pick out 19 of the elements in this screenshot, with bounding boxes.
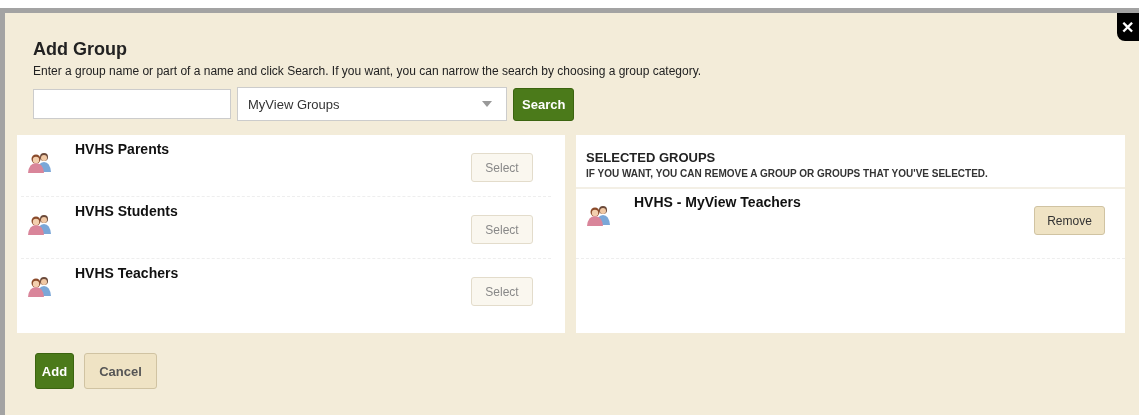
people-icon [27,212,53,236]
add-button[interactable]: Add [35,353,74,389]
search-field[interactable] [33,89,231,119]
people-icon [27,150,53,174]
cancel-button[interactable]: Cancel [84,353,157,389]
group-name: HVHS Students [75,203,179,219]
group-name: HVHS - MyView Teachers [634,194,802,210]
panel-title: SELECTED GROUPS [586,150,717,165]
search-button[interactable]: Search [513,87,575,121]
people-icon [27,274,53,298]
close-button[interactable]: ✕ [1117,13,1139,41]
group-name: HVHS Parents [75,141,171,157]
dialog-title: Add Group [33,39,127,60]
instructions-text: Enter a group name or part of a name and click Search. If you want, you can narrow the search by choosing a group category. [33,64,702,78]
panel-subtitle: IF YOU WANT, YOU CAN REMOVE A GROUP OR GROUPS THAT YOU'VE SELECTED. [586,168,989,179]
remove-button[interactable]: Remove [1034,206,1105,235]
group-name: HVHS Teachers [75,265,180,281]
category-dropdown[interactable]: MyView Groups [237,87,507,121]
people-icon [586,203,612,227]
